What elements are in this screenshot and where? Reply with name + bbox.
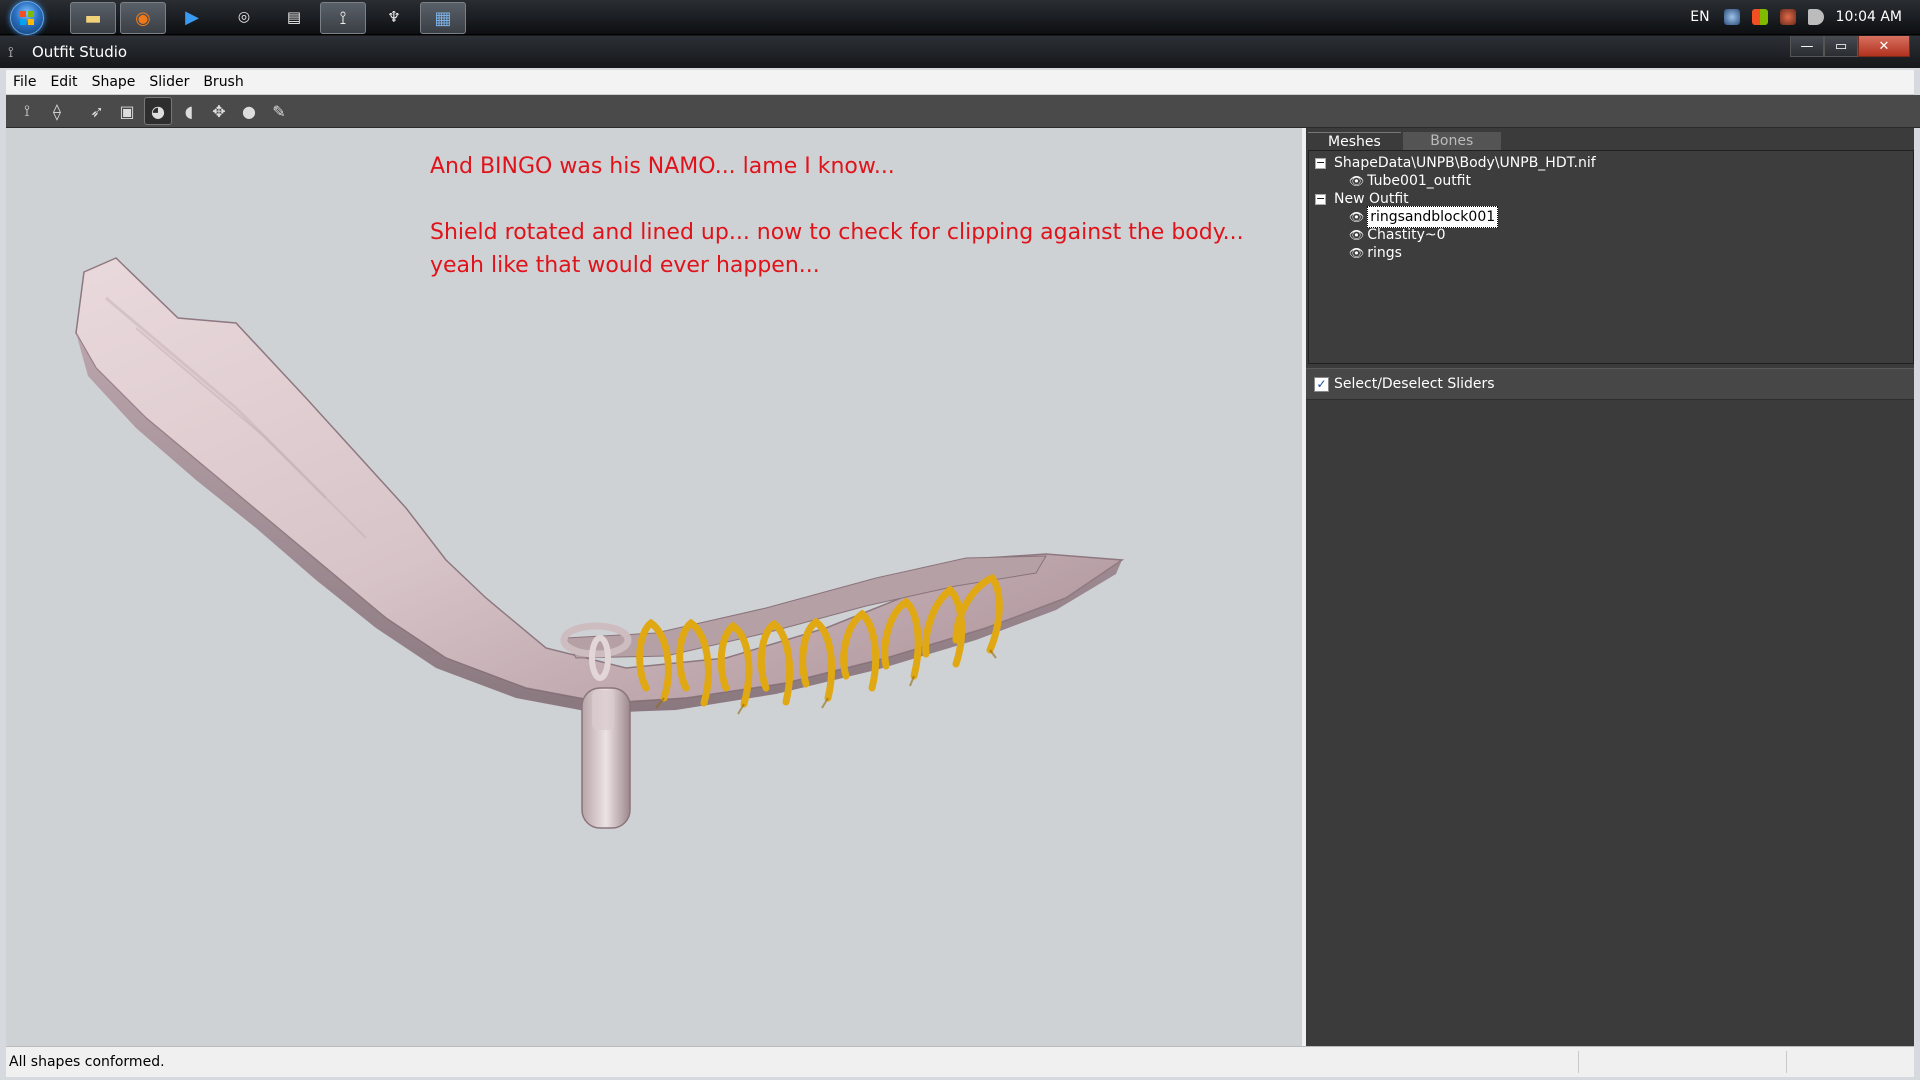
taskbar-app-media[interactable]: ▶ <box>170 2 214 32</box>
close-button[interactable]: ✕ <box>1858 36 1910 57</box>
menu-shape[interactable]: Shape <box>85 74 143 90</box>
taskbar-app-tool[interactable]: ▦ <box>420 2 466 34</box>
select-all-sliders-checkbox[interactable]: ✓ <box>1314 376 1329 392</box>
tool-app-icon: ▦ <box>434 7 452 29</box>
clock[interactable]: 10:04 AM <box>1836 9 1902 25</box>
deflate-brush-icon[interactable]: ◖ <box>176 98 202 124</box>
slider-header: ✓ Select/Deselect Sliders <box>1306 368 1914 400</box>
windows-logo-icon <box>20 11 34 25</box>
annotation-line-3: yeah like that would ever happen... <box>430 253 820 278</box>
windows-taskbar: ▬ ◉ ▶ ◎ ▤ ⟟ ♆ ▦ EN 10:04 AM <box>0 0 1920 35</box>
eye-icon[interactable]: 👁 <box>1349 243 1364 263</box>
tree-item-ringsandblock001[interactable]: 👁 ringsandblock001 <box>1349 206 1499 228</box>
menu-brush[interactable]: Brush <box>196 74 250 90</box>
tab-meshes[interactable]: Meshes <box>1308 132 1401 151</box>
feather-icon: ♆ <box>387 8 401 26</box>
status-divider <box>1786 1051 1787 1073</box>
tree-group-label: ShapeData\UNPB\Body\UNPB_HDT.nif <box>1334 155 1596 171</box>
folder-icon: ▬ <box>84 7 102 29</box>
window-title: Outfit Studio <box>32 43 128 61</box>
status-divider <box>1578 1051 1579 1073</box>
weight-brush-icon[interactable]: ✎ <box>266 98 292 124</box>
disk-app-icon: ▤ <box>286 8 302 26</box>
3d-viewport[interactable]: And BINGO was his NAMO... lame I know...… <box>6 128 1306 1046</box>
windows-flag-icon[interactable] <box>1751 9 1768 25</box>
tree-item-tube001[interactable]: 👁 Tube001_outfit <box>1349 171 1471 191</box>
move-brush-icon[interactable]: ✥ <box>206 98 232 124</box>
tree-item-label: Chastity~0 <box>1367 227 1446 243</box>
tree-item-label: rings <box>1367 245 1402 261</box>
status-text: All shapes conformed. <box>9 1054 165 1070</box>
minimize-button[interactable]: — <box>1790 36 1824 57</box>
menu-edit[interactable]: Edit <box>43 74 84 90</box>
network-icon[interactable] <box>1779 9 1796 25</box>
status-bar: All shapes conformed. <box>6 1046 1914 1077</box>
start-button[interactable] <box>10 1 44 35</box>
annotation-line-2: Shield rotated and lined up... now to ch… <box>430 220 1244 245</box>
collapse-icon[interactable]: − <box>1315 193 1326 205</box>
mesh-tree: − ShapeData\UNPB\Body\UNPB_HDT.nif 👁 Tub… <box>1308 150 1914 364</box>
taskbar-app-circle[interactable]: ◎ <box>222 2 266 32</box>
smooth-brush-icon[interactable]: ● <box>236 98 262 124</box>
select-all-sliders-label[interactable]: Select/Deselect Sliders <box>1334 376 1495 392</box>
panel-tabs: Meshes Bones <box>1308 132 1503 151</box>
taskbar-app-disk[interactable]: ▤ <box>272 2 316 32</box>
taskbar-app-firefox[interactable]: ◉ <box>120 2 166 34</box>
outfit-studio-icon: ⟟ <box>339 7 347 29</box>
maximize-button[interactable]: ▭ <box>1824 36 1858 57</box>
collapse-icon[interactable]: − <box>1315 157 1326 169</box>
menu-slider[interactable]: Slider <box>142 74 196 90</box>
eye-icon[interactable]: 👁 <box>1349 171 1364 191</box>
tree-item-label: Tube001_outfit <box>1367 173 1471 189</box>
annotation-line-1: And BINGO was his NAMO... lame I know... <box>430 154 895 179</box>
toolbar: ⟟ ⟠ ➶ ▣ ◕ ◖ ✥ ● ✎ <box>6 95 1920 128</box>
volume-icon[interactable] <box>1807 9 1824 25</box>
window-controls: — ▭ ✕ <box>1790 36 1910 57</box>
outfit-studio-icon: ⟟ <box>8 43 14 61</box>
mask-brush-icon[interactable]: ▣ <box>114 98 140 124</box>
language-indicator[interactable]: EN <box>1690 9 1709 25</box>
taskbar-app-outfit-studio[interactable]: ⟟ <box>320 2 366 34</box>
steam-icon[interactable] <box>1723 9 1740 25</box>
inflate-brush-icon[interactable]: ◕ <box>144 97 172 125</box>
tree-group-shapedata[interactable]: − ShapeData\UNPB\Body\UNPB_HDT.nif <box>1315 153 1596 173</box>
taskbar-app-feather[interactable]: ♆ <box>372 2 416 32</box>
outfit-studio-window: ⟟ Outfit Studio — ▭ ✕ File Edit Shape Sl… <box>0 36 1920 1080</box>
eye-icon[interactable]: 👁 <box>1349 207 1364 227</box>
media-play-icon: ▶ <box>185 6 199 28</box>
firefox-icon: ◉ <box>135 7 151 29</box>
tab-bones[interactable]: Bones <box>1402 132 1501 150</box>
tree-item-rings[interactable]: 👁 rings <box>1349 243 1402 263</box>
load-project-icon[interactable]: ⟟ <box>14 98 40 124</box>
taskbar-app-explorer[interactable]: ▬ <box>70 2 116 34</box>
eye-icon[interactable]: 👁 <box>1349 225 1364 245</box>
annotation-text: And BINGO was his NAMO... lame I know...… <box>430 150 1290 282</box>
select-tool-icon[interactable]: ➶ <box>84 98 110 124</box>
menu-file[interactable]: File <box>6 74 43 90</box>
circle-app-icon: ◎ <box>237 9 251 25</box>
system-tray: EN 10:04 AM <box>1690 0 1920 34</box>
menu-bar: File Edit Shape Slider Brush <box>6 70 1914 95</box>
title-bar[interactable]: ⟟ Outfit Studio — ▭ ✕ <box>0 36 1920 68</box>
tree-item-chastity[interactable]: 👁 Chastity~0 <box>1349 225 1446 245</box>
save-project-icon[interactable]: ⟠ <box>44 98 70 124</box>
right-panel: Meshes Bones − ShapeData\UNPB\Body\UNPB_… <box>1306 128 1914 1046</box>
